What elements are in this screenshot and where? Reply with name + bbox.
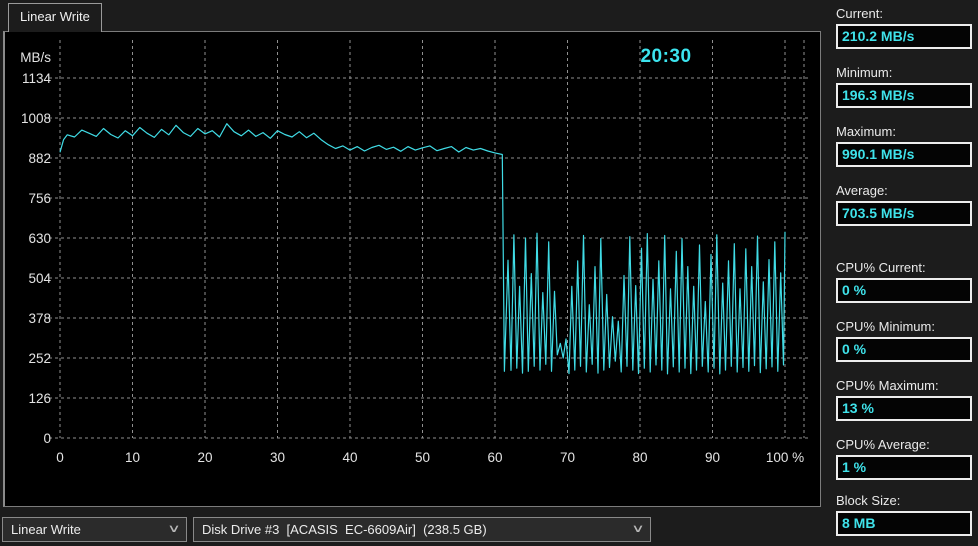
stat-group-average: Average: 703.5 MB/s (836, 183, 972, 226)
stat-group-maximum: Maximum: 990.1 MB/s (836, 124, 972, 167)
stat-value: 8 MB (836, 511, 972, 536)
y-tick-label: 504 (28, 271, 51, 286)
y-tick-label: 882 (28, 151, 51, 166)
x-tick-label: 100 % (766, 450, 804, 465)
stat-value: 0 % (836, 337, 972, 362)
stat-value: 196.3 MB/s (836, 83, 972, 108)
y-tick-label: 630 (28, 231, 51, 246)
tab-label: Linear Write (20, 9, 90, 24)
y-tick-label: 252 (28, 351, 51, 366)
stat-label: Maximum: (836, 124, 896, 139)
stat-value: 703.5 MB/s (836, 201, 972, 226)
x-tick-label: 40 (342, 450, 357, 465)
x-tick-label: 10 (125, 450, 140, 465)
stat-value: 0 % (836, 278, 972, 303)
stat-label: Current: (836, 6, 883, 21)
stat-label: Average: (836, 183, 888, 198)
stat-label: CPU% Average: (836, 437, 930, 452)
test-type-select-value: Linear Write (11, 522, 81, 537)
y-tick-label: 756 (28, 191, 51, 206)
x-tick-label: 20 (197, 450, 212, 465)
x-tick-label: 90 (705, 450, 720, 465)
x-tick-label: 30 (270, 450, 285, 465)
chart-panel: 0 10 20 30 40 50 60 70 80 90 100 % 0 126 252 378 504 630… (3, 31, 821, 507)
stat-value: 1 % (836, 455, 972, 480)
tab-linear-write[interactable]: Linear Write (8, 3, 102, 32)
stat-label: CPU% Current: (836, 260, 926, 275)
stat-group-current: Current: 210.2 MB/s (836, 6, 972, 49)
x-tick-label: 60 (487, 450, 502, 465)
stats-sidebar: Current: 210.2 MB/s Minimum: 196.3 MB/s … (836, 6, 972, 536)
y-tick-label: 1134 (22, 71, 52, 86)
x-tick-label: 80 (632, 450, 647, 465)
drive-select[interactable]: Disk Drive #3 [ACASIS EC-6609Air] (238.5… (193, 517, 651, 542)
x-tick-label: 50 (415, 450, 430, 465)
benchmark-chart: 0 10 20 30 40 50 60 70 80 90 100 % 0 126 252 378 504 630… (20, 40, 809, 465)
stat-label: Minimum: (836, 65, 893, 80)
drive-select-value: Disk Drive #3 [ACASIS EC-6609Air] (238.5… (202, 522, 487, 537)
stat-group-cpu-average: CPU% Average: 1 % (836, 437, 972, 480)
stat-group-cpu-minimum: CPU% Minimum: 0 % (836, 319, 972, 362)
stat-group-cpu-current: CPU% Current: 0 % (836, 260, 972, 303)
test-type-select[interactable]: Linear Write ∨ (2, 517, 187, 542)
y-tick-label: 1008 (21, 111, 51, 126)
y-axis-unit-label: MB/s (20, 50, 51, 65)
elapsed-time: 20:30 (640, 46, 692, 67)
y-tick-label: 378 (28, 311, 51, 326)
x-tick-label: 0 (56, 450, 64, 465)
stat-value: 990.1 MB/s (836, 142, 972, 167)
x-tick-label: 70 (560, 450, 575, 465)
stat-group-minimum: Minimum: 196.3 MB/s (836, 65, 972, 108)
stat-group-block-size: Block Size: 8 MB (836, 493, 972, 536)
stat-value: 210.2 MB/s (836, 24, 972, 49)
stat-group-cpu-maximum: CPU% Maximum: 13 % (836, 378, 972, 421)
stat-value: 13 % (836, 396, 972, 421)
chevron-down-icon: ∨ (167, 523, 181, 535)
y-tick-label: 0 (43, 431, 51, 446)
y-tick-label: 126 (28, 391, 51, 406)
stat-label: CPU% Maximum: (836, 378, 939, 393)
stat-label: CPU% Minimum: (836, 319, 935, 334)
stat-label: Block Size: (836, 493, 901, 508)
chevron-down-icon: ∨ (631, 523, 645, 535)
